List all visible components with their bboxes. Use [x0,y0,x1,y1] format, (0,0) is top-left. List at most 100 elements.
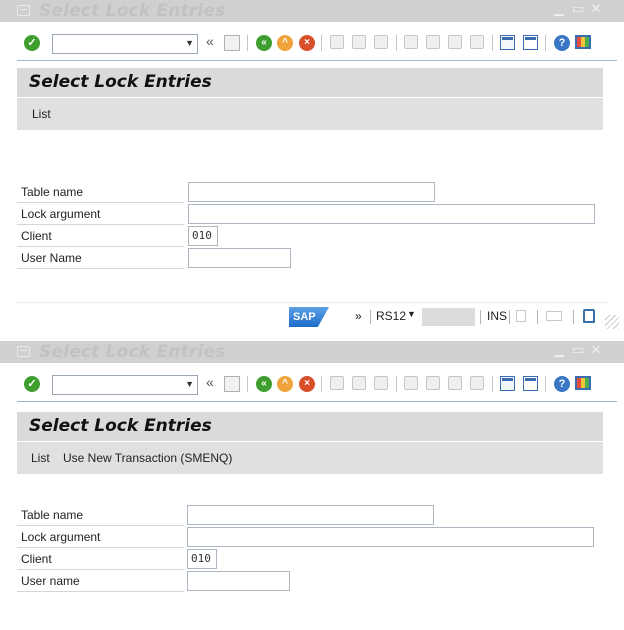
toolbar-separator [396,376,397,392]
status-divider [17,302,607,303]
system-name: RS12 [376,309,407,323]
form-row-client: Client 010 [17,225,617,247]
standard-toolbar: ✓ ▼ « « ^ × ? [0,23,624,63]
enter-icon[interactable]: ✓ [24,376,40,392]
generate-shortcut-icon[interactable] [523,376,538,391]
form-row-table-name: Table name [17,504,617,526]
generate-shortcut-icon[interactable] [523,35,538,50]
chevron-down-icon[interactable]: ▼ [407,309,416,319]
print-icon[interactable] [330,35,344,49]
command-field[interactable]: ▼ [52,375,198,395]
find-next-icon[interactable] [374,376,388,390]
cancel-icon[interactable]: × [299,35,315,51]
sap-window-1: Select Lock Entries ▁ ▭ ✕ ✓ ▼ « « ^ × ? … [0,0,624,341]
menu-item-new-transaction[interactable]: Use New Transaction (SMENQ) [63,442,232,474]
insert-mode[interactable]: INS [487,309,507,323]
exit-icon[interactable]: ^ [277,35,293,51]
table-name-input[interactable] [187,505,434,525]
window-menu-icon[interactable] [17,346,30,357]
back-icon[interactable]: « [256,35,272,51]
user-name-input[interactable] [188,248,291,268]
save-icon[interactable] [224,376,240,392]
toolbar-separator [545,376,546,392]
toolbar-separator [396,35,397,51]
menu-item-list[interactable]: List [31,442,50,474]
toolbar-separator [492,35,493,51]
exit-icon[interactable]: ^ [277,376,293,392]
chevron-down-icon[interactable]: ▼ [185,38,194,48]
menu-item-list[interactable]: List [32,98,51,130]
standard-toolbar: ✓ ▼ « « ^ × ? [0,364,624,404]
form-row-lock-argument: Lock argument [17,203,617,225]
customize-layout-icon[interactable] [575,35,591,49]
lock-argument-input[interactable] [187,527,594,547]
status-separator [537,310,538,324]
table-name-input[interactable] [188,182,435,202]
find-next-icon[interactable] [374,35,388,49]
client-input[interactable]: 010 [187,549,217,569]
window-title: Select Lock Entries [39,1,226,21]
first-page-icon[interactable] [404,376,418,390]
next-page-icon[interactable] [448,376,462,390]
last-page-icon[interactable] [470,35,484,49]
print-icon[interactable] [330,376,344,390]
create-session-icon[interactable] [500,376,515,391]
save-icon[interactable] [224,35,240,51]
minimize-button[interactable]: ▁ [551,1,567,19]
selection-form: Table name Lock argument Client 010 User… [17,504,617,592]
lock-argument-input[interactable] [188,204,595,224]
connection-icon[interactable] [546,311,562,321]
page-title: Select Lock Entries [29,416,212,436]
toolbar-divider [17,401,617,402]
minimize-button[interactable]: ▁ [551,342,567,360]
first-page-icon[interactable] [404,35,418,49]
server-name-box [422,308,475,326]
document-icon[interactable] [516,310,526,322]
toolbar-divider [17,60,617,61]
form-row-user-name: User name [17,570,617,592]
user-name-input[interactable] [187,571,290,591]
cancel-icon[interactable]: × [299,376,315,392]
window-title: Select Lock Entries [39,342,226,362]
chevron-down-icon[interactable]: ▼ [185,379,194,389]
back-icon[interactable]: « [256,376,272,392]
field-label: Table name [21,508,84,522]
create-session-icon[interactable] [500,35,515,50]
toolbar-separator [247,35,248,51]
enter-icon[interactable]: ✓ [24,35,40,51]
maximize-button[interactable]: ▭ [570,342,586,360]
application-toolbar: List Use New Transaction (SMENQ) [17,442,603,474]
resize-grip-icon[interactable] [605,315,619,329]
customize-layout-icon[interactable] [575,376,591,390]
toolbar-separator [492,376,493,392]
lock-icon[interactable] [583,309,595,323]
toolbar-separator [321,35,322,51]
screen-header: Select Lock Entries [17,68,603,97]
next-page-icon[interactable] [448,35,462,49]
client-input[interactable]: 010 [188,226,218,246]
field-label: User Name [21,251,82,265]
status-separator [480,310,481,324]
close-button[interactable]: ✕ [588,1,604,19]
window-menu-icon[interactable] [17,5,30,16]
sap-logo: SAP [289,307,329,327]
form-row-client: Client 010 [17,548,617,570]
last-page-icon[interactable] [470,376,484,390]
command-field[interactable]: ▼ [52,34,198,54]
find-icon[interactable] [352,35,366,49]
back-double-icon[interactable]: « [206,33,214,49]
find-icon[interactable] [352,376,366,390]
status-separator [370,310,371,324]
title-bar: Select Lock Entries ▁ ▭ ✕ [0,0,624,22]
back-double-icon[interactable]: « [206,374,214,390]
maximize-button[interactable]: ▭ [570,1,586,19]
form-row-lock-argument: Lock argument [17,526,617,548]
status-expand-button[interactable]: » [355,309,362,323]
previous-page-icon[interactable] [426,376,440,390]
previous-page-icon[interactable] [426,35,440,49]
close-button[interactable]: ✕ [588,342,604,360]
toolbar-separator [247,376,248,392]
page-title: Select Lock Entries [29,72,212,92]
help-icon[interactable]: ? [554,376,570,392]
help-icon[interactable]: ? [554,35,570,51]
